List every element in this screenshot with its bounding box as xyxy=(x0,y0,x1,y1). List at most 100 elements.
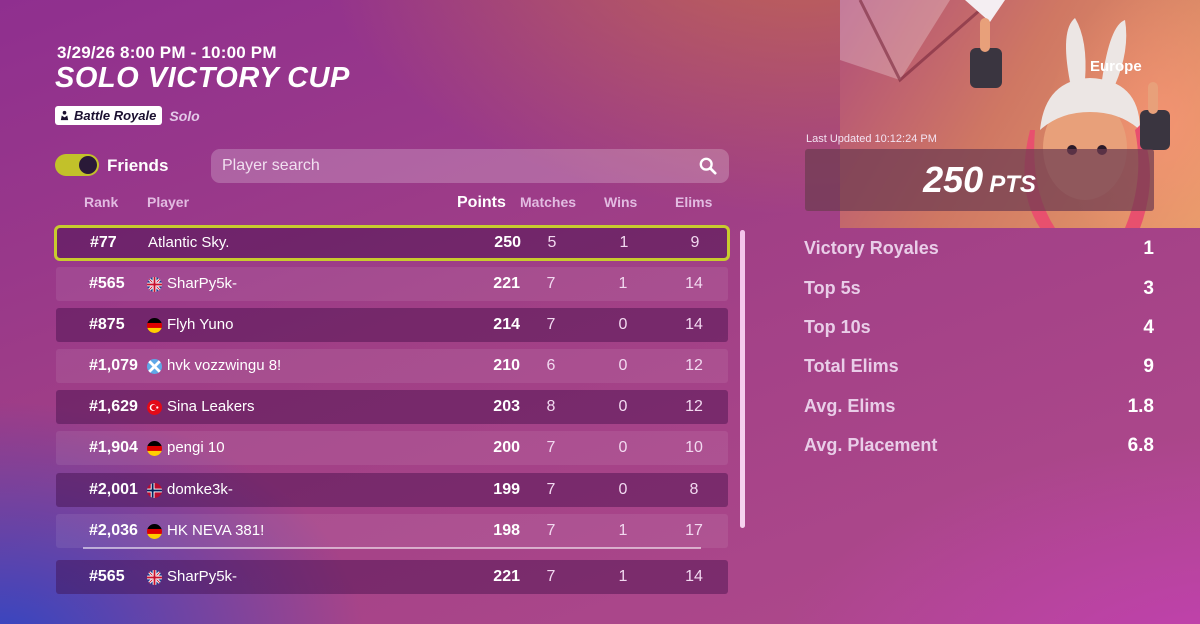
stat-value: 4 xyxy=(1143,317,1154,338)
row-matches: 7 xyxy=(546,275,556,292)
table-row[interactable]: #1,904 pengi 10 200 7 0 10 xyxy=(56,431,728,465)
column-header-wins: Wins xyxy=(604,194,638,210)
row-wins: 1 xyxy=(618,568,628,585)
row-matches: 7 xyxy=(546,439,556,456)
row-player: Sina Leakers xyxy=(167,398,255,415)
germany-flag-icon xyxy=(147,524,162,539)
last-updated: Last Updated 10:12:24 PM xyxy=(806,133,937,145)
row-elims: 17 xyxy=(685,522,703,539)
row-points: 200 xyxy=(493,439,520,456)
row-rank: #77 xyxy=(90,234,117,251)
row-elims: 14 xyxy=(685,568,703,585)
row-player: domke3k- xyxy=(167,481,233,498)
row-player: Flyh Yuno xyxy=(167,316,234,333)
row-player: HK NEVA 381! xyxy=(167,522,265,539)
row-points: 199 xyxy=(493,481,520,498)
stat-label: Victory Royales xyxy=(804,238,939,258)
germany-flag-icon xyxy=(147,318,162,333)
row-wins: 0 xyxy=(618,481,628,498)
row-player: Atlantic Sky. xyxy=(148,234,230,251)
table-row[interactable]: #1,079 hvk vozzwingu 8! 210 6 0 12 xyxy=(56,349,728,383)
norway-flag-icon xyxy=(147,483,162,498)
row-points: 221 xyxy=(493,275,520,292)
table-row[interactable]: #565 SharPy5k- 221 7 1 14 xyxy=(56,267,728,301)
row-matches: 8 xyxy=(546,398,556,415)
table-row[interactable]: #2,036 HK NEVA 381! 198 7 1 17 xyxy=(56,514,728,548)
stat-value: 6.8 xyxy=(1127,435,1154,456)
row-points: 210 xyxy=(493,357,520,374)
stat-value: 9 xyxy=(1143,356,1154,377)
mode-sub: Solo xyxy=(169,107,200,124)
row-elims: 12 xyxy=(685,357,703,374)
total-points-box: 250 PTS xyxy=(805,149,1154,211)
row-elims: 10 xyxy=(685,439,703,456)
column-header-elims: Elims xyxy=(675,194,713,210)
row-points: 250 xyxy=(494,234,521,251)
mode-badge: Battle Royale xyxy=(55,106,163,125)
row-matches: 6 xyxy=(546,357,556,374)
row-matches: 7 xyxy=(546,568,556,585)
search-icon[interactable] xyxy=(699,157,717,175)
row-elims: 14 xyxy=(685,316,703,333)
row-matches: 7 xyxy=(546,522,556,539)
column-header-points: Points xyxy=(457,194,506,211)
stat-value: 3 xyxy=(1143,278,1154,299)
region-label: Europe xyxy=(1090,58,1142,75)
row-rank: #2,036 xyxy=(89,522,138,539)
column-header-player: Player xyxy=(147,194,190,210)
column-header-matches: Matches xyxy=(520,194,577,210)
friends-toggle[interactable] xyxy=(55,154,99,176)
mode-row: Battle Royale Solo xyxy=(55,106,200,125)
stat-label: Top 5s xyxy=(804,278,861,298)
table-row-selected[interactable]: #77 Atlantic Sky. 250 5 1 9 xyxy=(54,225,730,261)
table-row[interactable]: #875 Flyh Yuno 214 7 0 14 xyxy=(56,308,728,342)
row-rank: #2,001 xyxy=(89,481,138,498)
turkey-flag-icon xyxy=(147,400,162,415)
row-player: pengi 10 xyxy=(167,439,225,456)
row-points: 221 xyxy=(493,568,520,585)
column-header-rank: Rank xyxy=(84,194,119,210)
table-row[interactable]: #2,001 domke3k- 199 7 0 8 xyxy=(56,473,728,507)
event-title: SOLO VICTORY CUP xyxy=(55,62,350,94)
stat-value: 1 xyxy=(1143,238,1154,259)
pinned-row[interactable]: #565 SharPy5k- 221 7 1 14 xyxy=(56,560,728,594)
toggle-knob xyxy=(79,156,97,174)
stat-label: Avg. Placement xyxy=(804,435,938,455)
row-elims: 14 xyxy=(685,275,703,292)
row-matches: 7 xyxy=(546,481,556,498)
row-wins: 1 xyxy=(618,522,628,539)
row-player: SharPy5k- xyxy=(167,275,238,292)
row-wins: 1 xyxy=(619,234,629,251)
row-wins: 0 xyxy=(618,316,628,333)
row-rank: #1,629 xyxy=(89,398,138,415)
row-wins: 1 xyxy=(618,275,628,292)
row-elims: 8 xyxy=(689,481,699,498)
row-rank: #565 xyxy=(89,275,125,292)
player-search[interactable] xyxy=(211,149,729,183)
table-row[interactable]: #1,629 Sina Leakers 203 8 0 12 xyxy=(56,390,728,424)
scotland-flag-icon xyxy=(147,359,162,374)
uk-flag-icon xyxy=(147,570,162,585)
row-rank: #875 xyxy=(89,316,125,333)
stat-value: 1.8 xyxy=(1127,396,1154,417)
uk-flag-icon xyxy=(147,277,162,292)
row-elims: 9 xyxy=(690,234,700,251)
total-points-unit: PTS xyxy=(989,171,1036,198)
row-player: hvk vozzwingu 8! xyxy=(167,357,282,374)
row-rank: #1,904 xyxy=(89,439,138,456)
row-wins: 0 xyxy=(618,398,628,415)
row-rank: #565 xyxy=(89,568,125,585)
scrollbar-thumb[interactable] xyxy=(740,230,745,528)
row-wins: 0 xyxy=(618,439,628,456)
row-points: 203 xyxy=(493,398,520,415)
stat-label: Total Elims xyxy=(804,356,899,376)
row-wins: 0 xyxy=(618,357,628,374)
row-matches: 5 xyxy=(547,234,557,251)
player-search-input[interactable] xyxy=(211,149,692,183)
row-player: SharPy5k- xyxy=(167,568,238,585)
friends-label: Friends xyxy=(107,156,169,175)
event-time: 3/29/26 8:00 PM - 10:00 PM xyxy=(57,43,277,62)
crown-icon xyxy=(60,110,69,121)
total-points-value: 250 xyxy=(923,159,984,200)
row-points: 214 xyxy=(493,316,520,333)
